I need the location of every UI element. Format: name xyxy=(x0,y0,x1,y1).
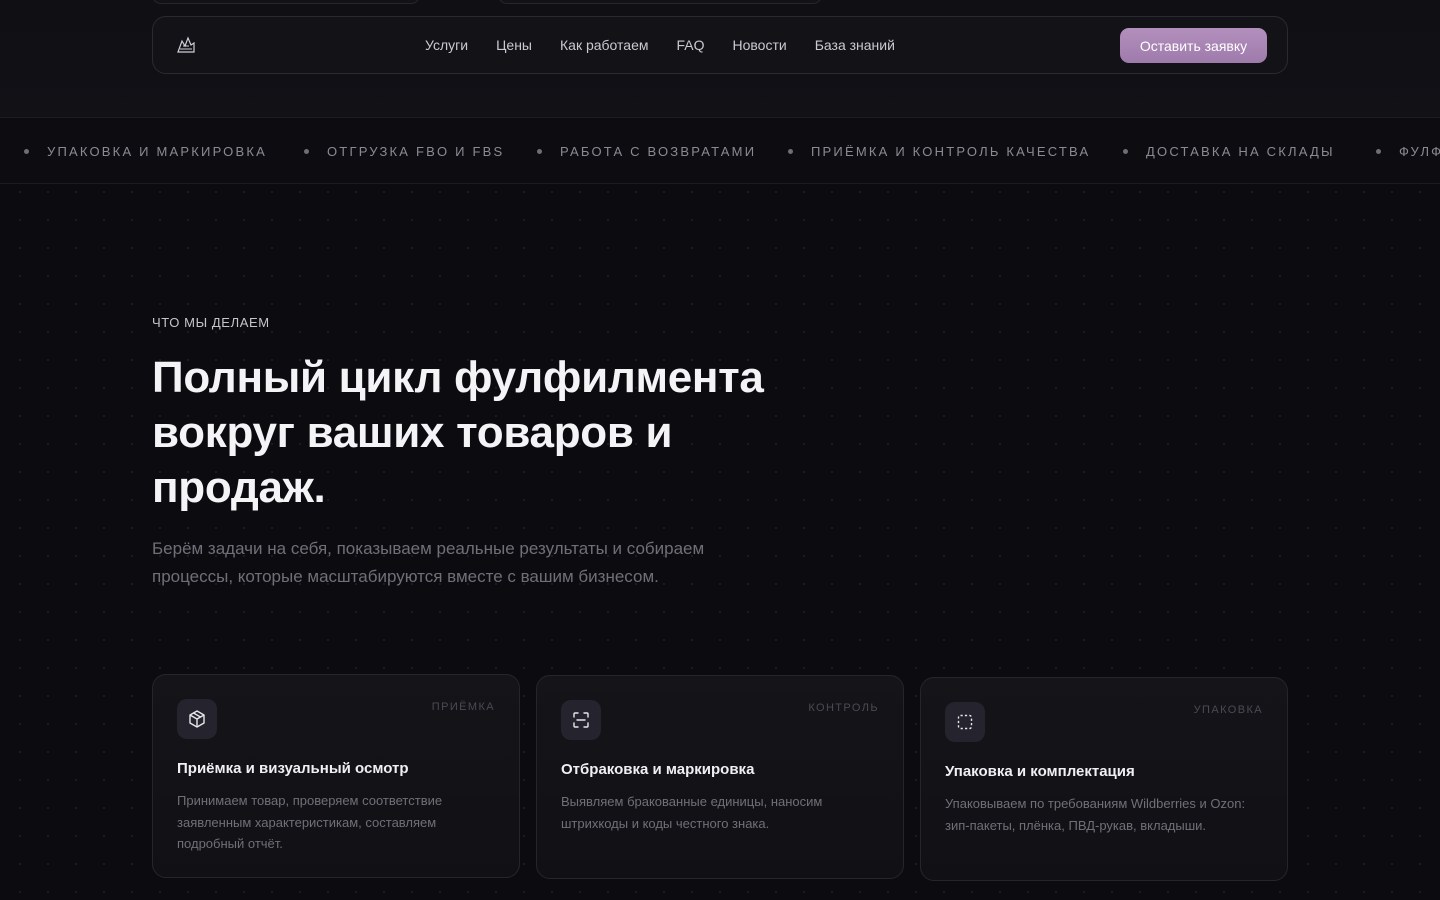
bullet-dot-icon xyxy=(304,149,309,154)
card-description: Выявляем бракованные единицы, наносим шт… xyxy=(561,794,823,831)
section-title: Полный цикл фулфилмента вокруг ваших тов… xyxy=(152,353,764,512)
card-tag: КОНТРОЛЬ xyxy=(808,702,879,714)
card-description: Принимаем товар, проверяем соответствие … xyxy=(177,793,443,851)
card-title: Упаковка и комплектация xyxy=(945,763,1135,780)
header-band: Услуги Цены Как работаем FAQ Новости Баз… xyxy=(0,0,1440,118)
bullet-dot-icon xyxy=(537,149,542,154)
card-tag: УПАКОВКА xyxy=(1193,704,1263,716)
nav-link-services[interactable]: Услуги xyxy=(425,37,468,53)
ticker-item-label: ОТГРУЗКА FBO И FBS xyxy=(327,144,505,159)
ticker-item-label: ДОСТАВКА НА СКЛАДЫ xyxy=(1146,144,1335,159)
ticker-item: РАБОТА С ВОЗВРАТАМИ xyxy=(537,119,757,183)
nav-link-faq[interactable]: FAQ xyxy=(676,37,704,53)
ticker-item: ПРИЁМКА И КОНТРОЛЬ КАЧЕСТВА xyxy=(788,119,1091,183)
nav-link-news[interactable]: Новости xyxy=(733,37,787,53)
ticker-item: ДОСТАВКА НА СКЛАДЫ xyxy=(1123,119,1335,183)
package-frame-icon xyxy=(945,702,985,742)
ghost-tab-left xyxy=(152,0,420,4)
logo-icon[interactable] xyxy=(175,35,197,55)
ticker-item: ФУЛФ xyxy=(1376,119,1440,183)
services-ticker: УПАКОВКА И МАРКИРОВКА ОТГРУЗКА FBO И FBS… xyxy=(0,119,1440,184)
scan-icon xyxy=(561,700,601,740)
service-card-control[interactable]: КОНТРОЛЬ Отбраковка и маркировка Выявляе… xyxy=(536,675,904,879)
nav-link-knowledge-base[interactable]: База знаний xyxy=(815,37,895,53)
leave-request-button[interactable]: Оставить заявку xyxy=(1120,28,1267,63)
card-description: Упаковываем по требованиям Wildberries и… xyxy=(945,796,1246,833)
nav-links: Услуги Цены Как работаем FAQ Новости Баз… xyxy=(425,17,895,73)
box-icon xyxy=(177,699,217,739)
ticker-item-label: УПАКОВКА И МАРКИРОВКА xyxy=(47,144,267,159)
section-lead: Берём задачи на себя, показываем реальны… xyxy=(152,539,705,586)
ghost-tab-right xyxy=(498,0,822,4)
navbar: Услуги Цены Как работаем FAQ Новости Баз… xyxy=(152,16,1288,74)
service-card-packing[interactable]: УПАКОВКА Упаковка и комплектация Упаковы… xyxy=(920,677,1288,881)
bullet-dot-icon xyxy=(1376,149,1381,154)
card-title: Отбраковка и маркировка xyxy=(561,761,755,778)
nav-link-prices[interactable]: Цены xyxy=(496,37,532,53)
bullet-dot-icon xyxy=(788,149,793,154)
ticker-item: ОТГРУЗКА FBO И FBS xyxy=(304,119,505,183)
bullet-dot-icon xyxy=(1123,149,1128,154)
ticker-item-label: РАБОТА С ВОЗВРАТАМИ xyxy=(560,144,757,159)
service-card-receiving[interactable]: ПРИЁМКА Приёмка и визуальный осмотр Прин… xyxy=(152,674,520,878)
bullet-dot-icon xyxy=(24,149,29,154)
nav-link-how-we-work[interactable]: Как работаем xyxy=(560,37,648,53)
ticker-item-label: ПРИЁМКА И КОНТРОЛЬ КАЧЕСТВА xyxy=(811,144,1091,159)
section-eyebrow: ЧТО МЫ ДЕЛАЕМ xyxy=(152,315,270,330)
ticker-item-label: ФУЛФ xyxy=(1399,144,1440,159)
card-tag: ПРИЁМКА xyxy=(431,701,495,713)
card-title: Приёмка и визуальный осмотр xyxy=(177,760,409,777)
ticker-item: УПАКОВКА И МАРКИРОВКА xyxy=(24,119,267,183)
